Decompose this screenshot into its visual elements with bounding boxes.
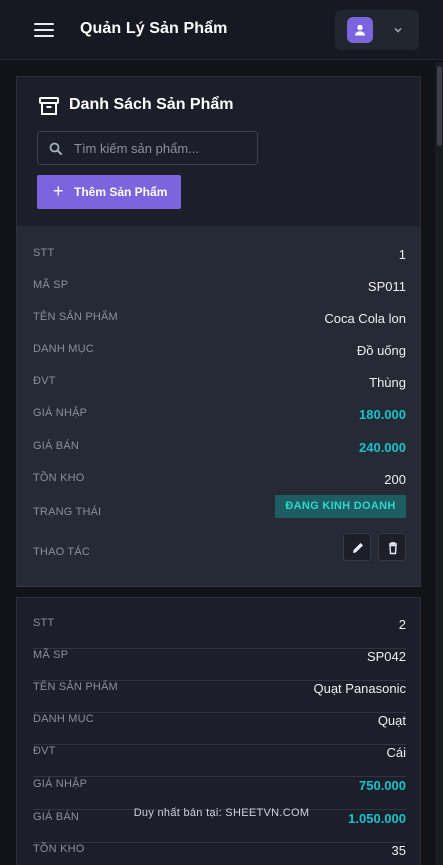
label-code: MÃ SP (33, 279, 69, 291)
product-card: STT 2 MÃ SP SP042 TÊN SẢN PHẨM Quạt Pana… (16, 597, 421, 865)
row-unit: ĐVT Cái (33, 745, 406, 777)
label-status: TRẠNG THÁI (33, 506, 102, 518)
search-input[interactable] (74, 132, 254, 164)
scrollbar-thumb[interactable] (437, 66, 442, 146)
hamburger-menu-icon[interactable] (34, 22, 54, 38)
label-actions: THAO TÁC (33, 546, 91, 558)
label-stt: STT (33, 247, 55, 259)
row-stock: TỒN KHO 35 (33, 843, 406, 865)
trash-icon (389, 542, 397, 555)
row-stt: STT 2 (33, 617, 406, 649)
label-category: DANH MỤC (33, 343, 94, 355)
pencil-icon (353, 543, 363, 553)
value-stt: 1 (398, 247, 406, 262)
archive-box-icon (39, 97, 59, 115)
row-category: DANH MỤC Đồ uống (33, 343, 406, 375)
value-unit: Thùng (369, 375, 406, 390)
value-code: SP011 (367, 279, 406, 294)
label-stock: TỒN KHO (33, 472, 85, 484)
label-buy-price: GIÁ NHẬP (33, 407, 88, 419)
app-header: Quản Lý Sản Phẩm (0, 0, 443, 60)
watermark-text: Duy nhất bán tại: SHEETVN.COM (133, 807, 310, 819)
row-buy-price: GIÁ NHẬP 750.000 (33, 778, 406, 810)
value-buy-price: 180.000 (359, 407, 406, 422)
status-badge: ĐANG KINH DOANH (275, 495, 406, 518)
value-code: SP042 (366, 649, 406, 664)
label-sell-price: GIÁ BÁN (33, 440, 80, 452)
add-product-label: Thêm Sản Phẩm (74, 185, 168, 199)
row-name: TÊN SẢN PHẨM Coca Cola lon (33, 311, 406, 343)
label-name: TÊN SẢN PHẨM (33, 681, 118, 693)
value-sell-price: 240.000 (359, 440, 406, 455)
user-menu-button[interactable] (335, 10, 419, 50)
row-sell-price: GIÁ BÁN 240.000 (33, 440, 406, 472)
chevron-down-icon (394, 27, 402, 33)
row-name: TÊN SẢN PHẨM Quạt Panasonic (33, 681, 406, 713)
value-stock: 35 (391, 843, 406, 858)
value-stock: 200 (384, 472, 406, 487)
panel-title: Danh Sách Sản Phẩm (69, 96, 234, 113)
label-category: DANH MỤC (33, 713, 94, 725)
row-stt: STT 1 (33, 247, 406, 279)
row-code: MÃ SP SP011 (33, 279, 406, 311)
row-buy-price: GIÁ NHẬP 180.000 (33, 407, 406, 439)
product-card: STT 1 MÃ SP SP011 TÊN SẢN PHẨM Coca Cola… (16, 226, 421, 587)
row-code: MÃ SP SP042 (33, 649, 406, 681)
plus-icon: + (53, 181, 64, 201)
label-buy-price: GIÁ NHẬP (33, 778, 88, 790)
label-name: TÊN SẢN PHẨM (33, 311, 118, 323)
value-name: Quạt Panasonic (313, 681, 406, 696)
row-category: DANH MỤC Quạt (33, 713, 406, 745)
search-icon (49, 142, 63, 156)
user-icon (347, 17, 373, 43)
scrollbar-track[interactable] (435, 62, 443, 865)
delete-button[interactable] (378, 533, 406, 561)
value-category: Quạt (377, 713, 406, 728)
label-unit: ĐVT (33, 375, 56, 387)
row-unit: ĐVT Thùng (33, 375, 406, 407)
label-code: MÃ SP (33, 649, 69, 661)
add-product-button[interactable]: + Thêm Sản Phẩm (37, 175, 181, 209)
label-unit: ĐVT (33, 745, 56, 757)
label-stock: TỒN KHO (33, 843, 85, 855)
row-actions: THAO TÁC (33, 533, 406, 578)
value-name: Coca Cola lon (324, 311, 406, 326)
value-stt: 2 (398, 617, 406, 632)
search-box (37, 131, 258, 165)
label-stt: STT (33, 617, 55, 629)
value-unit: Cái (386, 745, 406, 760)
value-category: Đồ uống (356, 343, 406, 358)
edit-button[interactable] (343, 533, 371, 561)
value-buy-price: 750.000 (359, 778, 406, 793)
app-title: Quản Lý Sản Phẩm (80, 20, 228, 37)
